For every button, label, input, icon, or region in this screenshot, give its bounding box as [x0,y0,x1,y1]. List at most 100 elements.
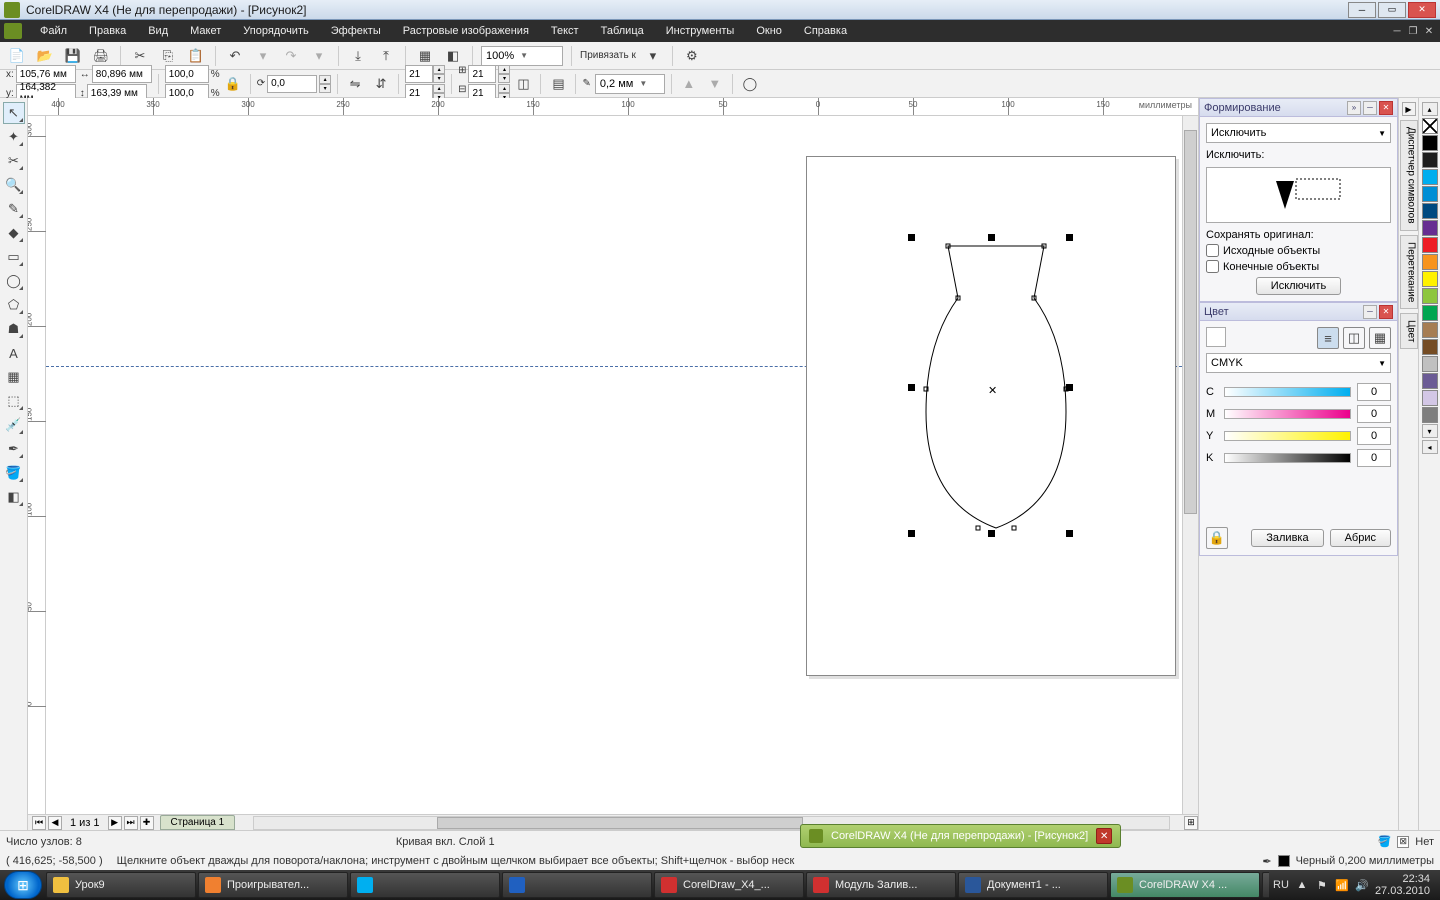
palette-swatch-1[interactable] [1422,152,1438,168]
float-close-button[interactable]: ✕ [1096,828,1112,844]
menu-tools[interactable]: Инструменты [656,22,745,40]
palette-scroll-down[interactable]: ▾ [1422,424,1438,438]
menu-edit[interactable]: Правка [79,22,136,40]
outline-button[interactable]: Абрис [1330,529,1391,547]
palette-swatch-7[interactable] [1422,254,1438,270]
taskbar-item-6[interactable]: Документ1 - ... [958,872,1108,898]
tray-volume-icon[interactable]: 🔊 [1355,878,1369,892]
page-tab-1[interactable]: Страница 1 [160,815,236,830]
window-close-button[interactable]: ✕ [1408,2,1436,18]
drawing-canvas[interactable]: ✕ [46,116,1182,814]
open-button[interactable]: 📂 [34,45,56,67]
palette-swatch-0[interactable] [1422,135,1438,151]
welcome-button[interactable]: ◧ [442,45,464,67]
color-viewer-tab[interactable]: ◫ [1343,327,1365,349]
ellipse-tool[interactable]: ◯ [3,270,25,292]
tray-flag-icon[interactable]: ▲ [1295,878,1309,892]
taskbar-item-1[interactable]: Проигрывател... [198,872,348,898]
palette-swatch-9[interactable] [1422,288,1438,304]
cut-button[interactable]: ✂ [129,45,151,67]
magenta-slider[interactable]: M0 [1206,405,1391,423]
x-field[interactable]: 105,76 мм [16,65,76,83]
selection-handle-tr[interactable] [1066,234,1073,241]
floating-window-tab[interactable]: CorelDRAW X4 (Не для перепродажи) - [Рис… [800,824,1121,848]
selection-handle-ml[interactable] [908,384,915,391]
new-button[interactable]: 📄 [6,45,28,67]
outline-tool[interactable]: ✒ [3,438,25,460]
zoom-combo[interactable]: 100%▼ [481,46,563,66]
selection-handle-tc[interactable] [988,234,995,241]
freehand-tool[interactable]: ✎ [3,198,25,220]
doc-close-button[interactable]: ✕ [1422,24,1436,38]
black-slider[interactable]: K0 [1206,449,1391,467]
taskbar-item-7[interactable]: CorelDRAW X4 ... [1110,872,1260,898]
basic-shapes-tool[interactable]: ☗ [3,318,25,340]
outline-width-combo[interactable]: 0,2 мм▼ [595,74,665,94]
palette-scroll-up[interactable]: ▴ [1422,102,1438,116]
window-minimize-button[interactable]: ─ [1348,2,1376,18]
selection-handle-bc[interactable] [988,530,995,537]
mirror-h-button[interactable]: ⇋ [344,73,366,95]
menu-effects[interactable]: Эффекты [321,22,391,40]
taskbar-item-4[interactable]: CorelDraw_X4_... [654,872,804,898]
palette-swatch-2[interactable] [1422,169,1438,185]
menu-file[interactable]: Файл [30,22,77,40]
app-launcher-button[interactable]: ▦ [414,45,436,67]
table-tool[interactable]: ▦ [3,366,25,388]
snap-dropdown[interactable]: ▾ [642,45,664,67]
rotation-spinner[interactable]: ▴▾ [319,75,331,93]
pick-tool[interactable]: ↖ [3,102,25,124]
convert-curves-button[interactable]: ◯ [739,73,761,95]
doc-minimize-button[interactable]: ─ [1390,24,1404,38]
menu-arrange[interactable]: Упорядочить [233,22,318,40]
tray-clock[interactable]: 22:34 27.03.2010 [1375,873,1430,897]
palette-swatch-10[interactable] [1422,305,1438,321]
status-outline-swatch[interactable] [1278,855,1290,867]
color-palettes-tab[interactable]: ▦ [1369,327,1391,349]
menu-view[interactable]: Вид [138,22,178,40]
print-button[interactable]: 🖨 [90,45,112,67]
paste-button[interactable]: 📋 [185,45,207,67]
taskbar-item-5[interactable]: Модуль Залив... [806,872,956,898]
page-add-button[interactable]: ✚ [140,816,154,830]
palette-swatch-5[interactable] [1422,220,1438,236]
blend-tab[interactable]: Перетекание [1400,235,1418,309]
window-maximize-button[interactable]: ▭ [1378,2,1406,18]
taskbar-item-2[interactable] [350,872,500,898]
width-field[interactable]: 80,896 мм [92,65,152,83]
palette-swatch-4[interactable] [1422,203,1438,219]
tray-network-icon[interactable]: 📶 [1335,878,1349,892]
page-first-button[interactable]: ⏮ [32,816,46,830]
selection-center[interactable]: ✕ [988,384,997,397]
menu-help[interactable]: Справка [794,22,857,40]
palette-swatch-13[interactable] [1422,356,1438,372]
color-tab[interactable]: Цвет [1400,313,1418,349]
color-lock-button[interactable]: 🔒 [1206,527,1228,549]
redo-button[interactable]: ↷ [280,45,302,67]
menu-bitmaps[interactable]: Растровые изображения [393,22,539,40]
source-objects-checkbox[interactable]: Исходные объекты [1206,244,1391,257]
taskbar-item-0[interactable]: Урок9 [46,872,196,898]
menu-layout[interactable]: Макет [180,22,231,40]
rotation-field[interactable]: 0,0 [267,75,317,93]
palette-swatch-16[interactable] [1422,407,1438,423]
rectangle-tool[interactable]: ▭ [3,246,25,268]
status-fill-swatch[interactable]: ⊠ [1397,836,1409,848]
options-button[interactable]: ⚙ [681,45,703,67]
selection-handle-tl[interactable] [908,234,915,241]
fill-button[interactable]: Заливка [1251,529,1323,547]
color-collapse-button[interactable]: ─ [1363,305,1377,319]
text-tool[interactable]: A [3,342,25,364]
symbol-manager-tab[interactable]: Диспетчер символов [1400,120,1418,231]
palette-swatch-12[interactable] [1422,339,1438,355]
color-model-select[interactable]: CMYK▼ [1206,353,1391,373]
palette-flyout[interactable]: ◂ [1422,440,1438,454]
grid-cols-field[interactable]: 21 [405,65,433,83]
shaping-close-button[interactable]: ✕ [1379,101,1393,115]
color-close-button[interactable]: ✕ [1379,305,1393,319]
tray-action-icon[interactable]: ⚑ [1315,878,1329,892]
horizontal-ruler[interactable]: миллиметры 40035030025020015010050050100… [28,98,1198,116]
import-button[interactable]: ⤓ [347,45,369,67]
shaping-apply-button[interactable]: Исключить [1256,277,1341,295]
tray-language[interactable]: RU [1273,879,1289,891]
